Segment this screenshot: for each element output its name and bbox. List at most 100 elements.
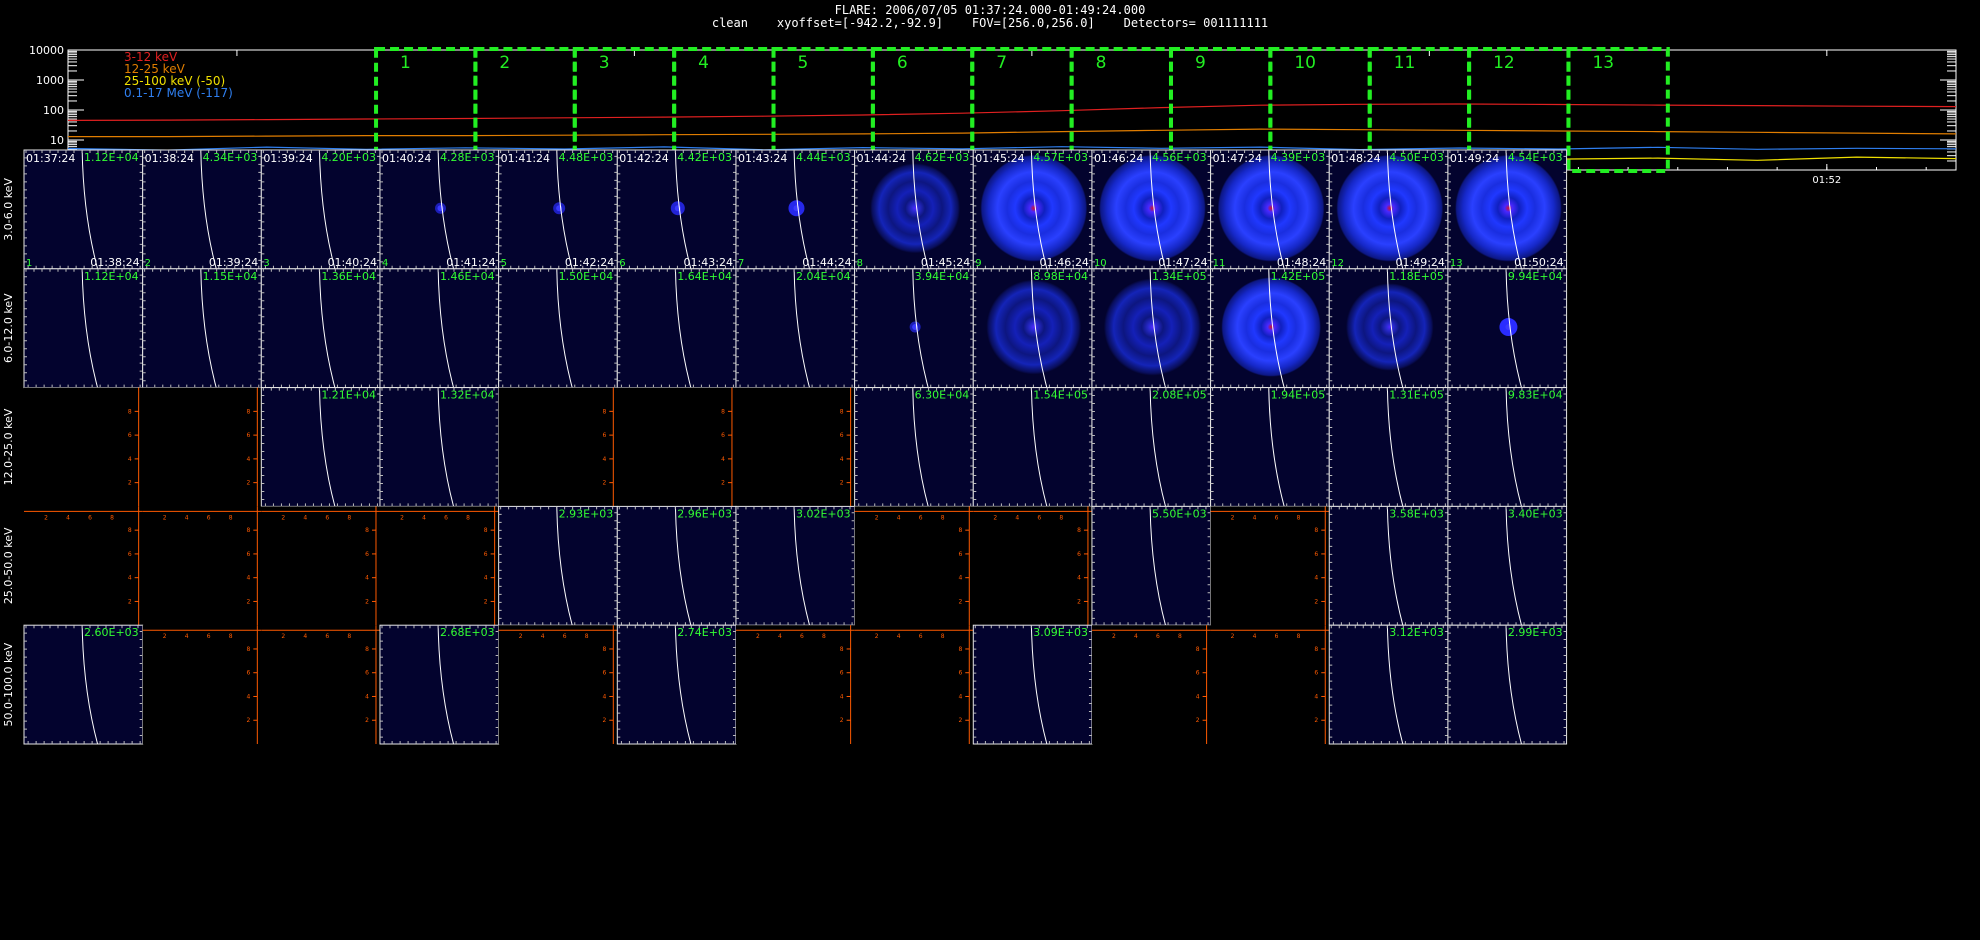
- axis-tick-label: 4: [1314, 693, 1318, 700]
- panel-background: [617, 387, 736, 507]
- panel-background: [735, 625, 855, 744]
- axis-tick-label: 2: [875, 633, 879, 640]
- axis-tick-label: 6: [919, 514, 923, 521]
- image-panel: 2.04E+04: [735, 268, 856, 389]
- axis-tick-label: 8: [1297, 514, 1301, 521]
- row-energy-label: 3.0-6.0 keV: [2, 178, 15, 241]
- panel-background: [142, 625, 262, 744]
- axis-tick-label: 2: [958, 717, 962, 724]
- panel-background: [1210, 625, 1330, 744]
- panel-background: [617, 268, 736, 388]
- image-panel: 4.56E+03: [1091, 149, 1212, 270]
- axis-tick-label: 2: [519, 633, 523, 640]
- axis-tick-label: 6: [246, 551, 250, 558]
- image-panel: 2.99E+03: [1447, 624, 1568, 745]
- axis-tick-label: 2: [128, 598, 132, 605]
- image-panel: 5.50E+03: [1091, 505, 1212, 626]
- panel-max-value: 4.28E+03: [440, 151, 495, 164]
- axis-tick-label: 4: [602, 456, 606, 463]
- empty-panel: 2 4 6 8 8 6 4 2: [24, 506, 143, 626]
- panel-interval-number: 13: [1450, 258, 1463, 269]
- axis-tick-label: 8: [347, 633, 351, 640]
- axis-tick-label: 2: [44, 514, 48, 521]
- axis-tick-label: 8: [1314, 527, 1318, 534]
- panel-end-time: 01:38:24: [90, 256, 139, 269]
- axis-tick-label: 6: [365, 670, 369, 677]
- panel-start-time: 01:44:24: [857, 152, 906, 165]
- panel-background: [735, 387, 855, 507]
- panel-background: [1329, 387, 1448, 507]
- axis-tick-label: 8: [1178, 633, 1182, 640]
- panel-interval-number: 11: [1213, 258, 1226, 269]
- panel-max-value: 1.18E+05: [1389, 270, 1444, 283]
- axis-tick-label: 8: [941, 514, 945, 521]
- panel-interval-number: 2: [145, 258, 151, 269]
- source-emission: [1217, 154, 1325, 262]
- axis-tick-label: 8: [721, 408, 725, 415]
- axis-tick-label: 8: [840, 408, 844, 415]
- source-emission: [980, 154, 1088, 262]
- axis-tick-label: 6: [1275, 633, 1279, 640]
- panel-max-value: 4.48E+03: [559, 151, 614, 164]
- axis-tick-label: 2: [1231, 514, 1235, 521]
- axis-tick-label: 8: [958, 527, 962, 534]
- empty-panel: 2 4 6 8 8 6 4 2: [261, 506, 380, 626]
- axis-tick-label: 6: [1275, 514, 1279, 521]
- panel-background: [735, 268, 855, 388]
- panel-background: [379, 387, 499, 507]
- axis-tick-label: 4: [958, 693, 962, 700]
- axis-tick-label: 8: [365, 527, 369, 534]
- image-panel: 1.12E+04: [23, 149, 144, 270]
- axis-tick-label: 4: [365, 693, 369, 700]
- row-energy-label: 25.0-50.0 keV: [2, 527, 15, 604]
- axis-tick-label: 4: [541, 633, 545, 640]
- axis-tick-label: 2: [602, 717, 606, 724]
- panel-background: [1091, 387, 1211, 507]
- axis-tick-label: 4: [128, 456, 132, 463]
- panel-max-value: 2.68E+03: [440, 626, 495, 639]
- axis-tick-label: 6: [365, 551, 369, 558]
- axis-tick-label: 4: [721, 456, 725, 463]
- panel-background: [261, 387, 380, 507]
- axis-tick-label: 8: [229, 514, 233, 521]
- axis-tick-label: 6: [1077, 551, 1081, 558]
- empty-panel: 2 4 6 8 8 6 4 2: [854, 506, 974, 626]
- axis-tick-label: 4: [66, 514, 70, 521]
- panel-background: [24, 268, 143, 388]
- panel-max-value: 3.02E+03: [796, 507, 851, 520]
- source-emission: [1336, 154, 1444, 262]
- image-panel: 2.96E+03: [616, 505, 737, 626]
- axis-tick-label: 6: [88, 514, 92, 521]
- source-emission: [1103, 278, 1202, 376]
- axis-tick-label: 4: [484, 575, 488, 582]
- image-panel: 1.46E+04: [379, 268, 500, 389]
- panel-max-value: 3.58E+03: [1389, 507, 1444, 520]
- panel-end-time: 01:49:24: [1396, 256, 1445, 269]
- panel-interval-number: 5: [501, 258, 507, 269]
- panel-background: [261, 268, 380, 388]
- axis-tick-label: 8: [365, 646, 369, 653]
- panel-background: [1091, 625, 1211, 744]
- panel-max-value: 4.50E+03: [1389, 151, 1444, 164]
- axis-tick-label: 2: [1196, 717, 1200, 724]
- image-panel: 1.64E+04: [616, 268, 737, 389]
- panel-start-time: 01:38:24: [145, 152, 194, 165]
- panel-end-time: 01:39:24: [209, 256, 258, 269]
- panel-background: [1447, 387, 1567, 507]
- panel-start-time: 01:37:24: [26, 152, 75, 165]
- image-grid: 3.0-6.0 keV 1.12E+04 01:37:24 01:38:24 1 4.34…: [2, 149, 1568, 745]
- image-panel: 1.32E+04: [379, 387, 500, 507]
- source-emission: [1221, 277, 1321, 377]
- axis-tick-label: 2: [1112, 633, 1116, 640]
- axis-tick-label: 4: [1253, 633, 1257, 640]
- axis-tick-label: 6: [840, 670, 844, 677]
- image-panel: 4.54E+03: [1447, 149, 1568, 270]
- panel-background: [142, 506, 262, 626]
- panel-background: [854, 506, 974, 626]
- axis-tick-label: 8: [585, 633, 589, 640]
- image-panel: 4.20E+03: [260, 149, 381, 270]
- axis-tick-label: 4: [897, 514, 901, 521]
- panel-max-value: 4.39E+03: [1271, 151, 1326, 164]
- image-panel: 6.30E+04: [854, 387, 974, 507]
- panel-max-value: 3.94E+04: [915, 270, 970, 283]
